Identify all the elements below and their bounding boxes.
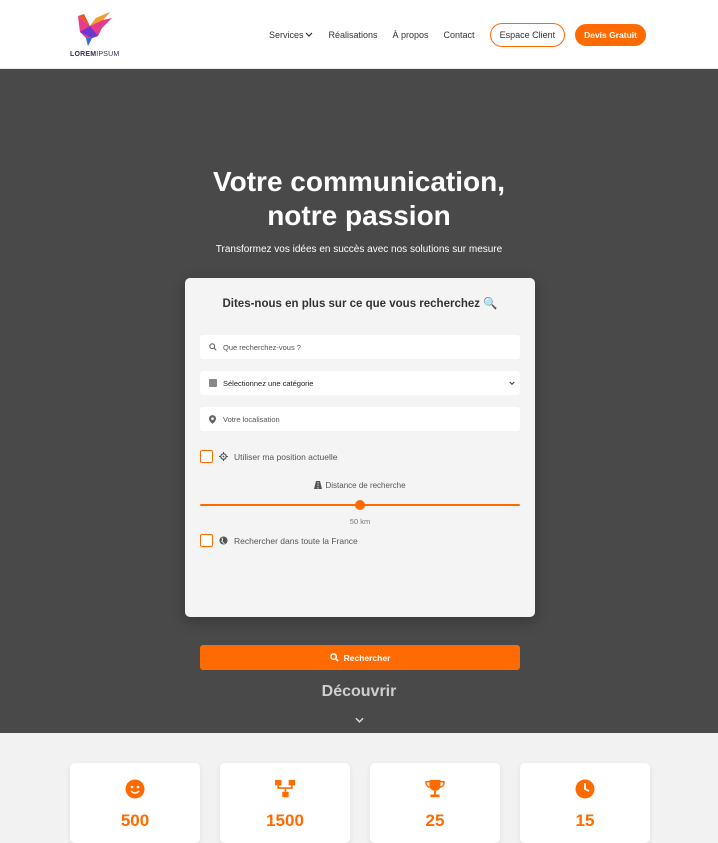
hero-subtitle: Transformez vos idées en succès avec nos… xyxy=(215,244,503,255)
stats-section: 500 1500 25 15 xyxy=(0,733,718,843)
trophy-icon xyxy=(425,779,445,799)
crosshair-icon xyxy=(219,452,228,461)
search-icon xyxy=(208,343,217,352)
hero-title-line-1: Votre communication, xyxy=(213,166,505,197)
sitemap-icon xyxy=(275,779,295,799)
distance-label-text: Distance de recherche xyxy=(325,481,406,490)
top-navbar: LOREMIPSUM Services Réalisations À propo… xyxy=(0,0,718,69)
nav-item-label: Services xyxy=(268,30,304,40)
chevron-down-icon xyxy=(509,379,515,388)
search-input[interactable]: Que recherchez-vous ? xyxy=(200,335,520,359)
stat-card: 500 xyxy=(70,763,200,843)
stat-value: 1500 xyxy=(266,811,304,830)
distance-label: Distance de recherche xyxy=(185,481,535,491)
all-france-label: Rechercher dans toute la France xyxy=(234,535,358,546)
nav-item-about[interactable]: À propos xyxy=(393,30,429,40)
category-select-value: Sélectionnez une catégorie xyxy=(223,378,314,388)
slider-thumb[interactable] xyxy=(355,500,365,510)
search-card-title: Dites-nous en plus sur ce que vous reche… xyxy=(222,298,498,310)
all-france-checkbox[interactable] xyxy=(200,534,213,547)
grid-icon xyxy=(208,379,217,388)
hero-title-line-2: notre passion xyxy=(267,200,451,231)
location-input[interactable]: Votre localisation xyxy=(200,407,520,431)
clock-icon xyxy=(575,779,595,799)
nav-item-realisations[interactable]: Réalisations xyxy=(328,30,377,40)
road-icon xyxy=(314,481,323,491)
category-select[interactable]: Sélectionnez une catégorie xyxy=(200,371,520,395)
hero-title: Votre communication, notre passion xyxy=(0,165,718,233)
all-france-option[interactable]: Rechercher dans toute la France xyxy=(200,534,358,547)
search-button-label: Rechercher xyxy=(343,652,391,663)
nav-item-label: Contact xyxy=(443,30,475,40)
chevron-down-icon xyxy=(305,30,313,40)
use-position-option[interactable]: Utiliser ma position actuelle xyxy=(200,450,337,463)
use-position-checkbox[interactable] xyxy=(200,450,213,463)
stat-value: 25 xyxy=(425,811,445,830)
globe-icon xyxy=(219,536,228,545)
bird-logo-icon xyxy=(78,12,112,46)
search-icon xyxy=(329,653,339,662)
main-nav: Services Réalisations À propos Contact E… xyxy=(269,23,646,47)
search-input-placeholder: Que recherchez-vous ? xyxy=(223,342,301,352)
location-input-placeholder: Votre localisation xyxy=(223,414,280,424)
stat-value: 15 xyxy=(575,811,595,830)
map-pin-icon xyxy=(208,414,217,424)
use-position-label: Utiliser ma position actuelle xyxy=(234,451,338,462)
smiley-icon xyxy=(125,779,145,799)
stat-card: 25 xyxy=(370,763,500,843)
client-area-button[interactable]: Espace Client xyxy=(489,23,566,47)
discover-link[interactable]: Découvrir xyxy=(0,683,718,701)
stat-value: 500 xyxy=(120,811,150,830)
distance-value: 50 km xyxy=(349,517,371,526)
logo-text: LOREMIPSUM xyxy=(70,51,120,58)
hero-section: Votre communication, notre passion Trans… xyxy=(0,69,718,733)
nav-item-label: À propos xyxy=(392,30,429,40)
nav-item-services[interactable]: Services xyxy=(269,30,314,40)
logo[interactable]: LOREMIPSUM xyxy=(70,6,120,60)
free-quote-button[interactable]: Devis Gratuit xyxy=(575,24,646,46)
stat-card: 15 xyxy=(520,763,650,843)
chevron-down-icon[interactable] xyxy=(355,711,364,729)
distance-slider[interactable] xyxy=(200,500,520,510)
stat-card: 1500 xyxy=(220,763,350,843)
nav-item-contact[interactable]: Contact xyxy=(444,30,475,40)
nav-item-label: Réalisations xyxy=(328,30,378,40)
search-card: Dites-nous en plus sur ce que vous reche… xyxy=(185,278,535,670)
search-button[interactable]: Rechercher xyxy=(200,645,520,670)
